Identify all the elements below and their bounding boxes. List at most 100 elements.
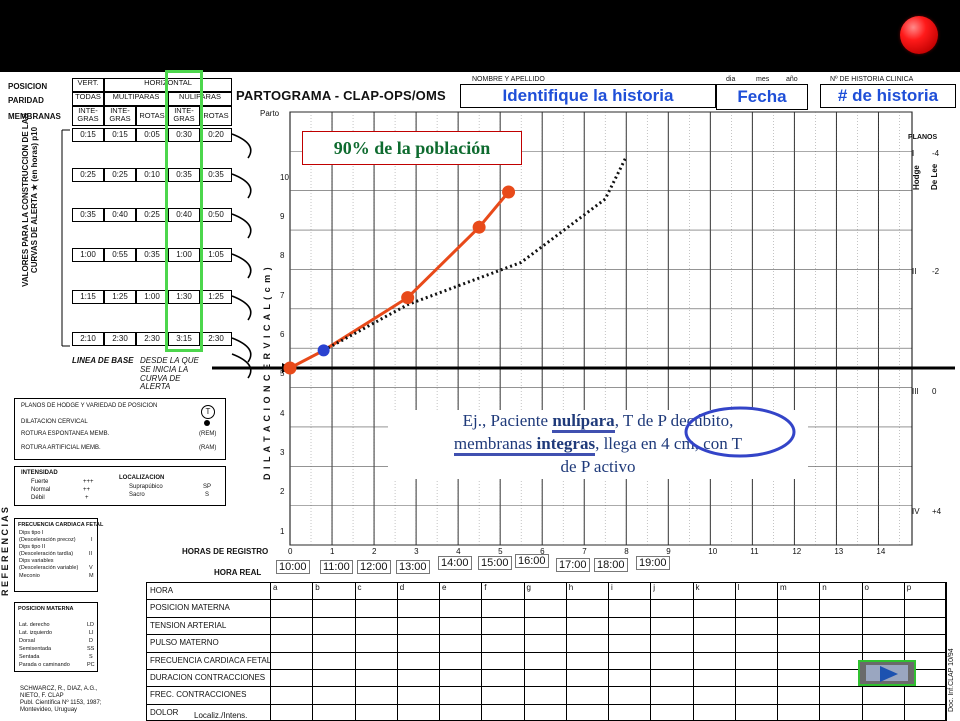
hora-real-label: HORA REAL <box>214 568 262 577</box>
legend-intensidad: INTENSIDAD <box>21 470 58 476</box>
horas-registro-label: HORAS DE REGISTRO <box>182 547 269 556</box>
legend-dipsvc: V <box>89 565 93 571</box>
y-tick-label: 1 <box>280 526 285 536</box>
legend-s2: S <box>89 654 93 660</box>
legend-parada: Parada o caminando <box>19 662 70 668</box>
legend-dips2: Dips tipo II <box>19 544 45 550</box>
legend-sentada: Sentada <box>19 654 40 660</box>
record-col-line <box>903 582 905 721</box>
record-row-label: PULSO MATERNO <box>150 638 219 648</box>
record-col-line <box>523 582 525 721</box>
legend-latder: Lat. derecho <box>19 622 50 628</box>
play-arrow-icon <box>880 666 898 682</box>
record-row-label: DOLOR <box>150 707 179 717</box>
legend-s: S <box>205 492 210 498</box>
record-row-line <box>146 686 946 688</box>
note-text-1: Ej., Paciente <box>462 411 553 430</box>
legend-posmat: POSICION MATERNA <box>18 606 74 612</box>
record-col-line <box>861 582 863 721</box>
record-col-letter: i <box>611 583 613 592</box>
plane-roman-label: IV <box>912 507 920 516</box>
real-time-label: 13:00 <box>396 560 430 574</box>
legend-ram: (RAM) <box>199 445 217 451</box>
record-col-letter: a <box>273 583 278 592</box>
y-tick-label: 6 <box>280 329 285 339</box>
plane-roman-label: III <box>912 387 919 396</box>
curved-arrows <box>61 129 252 379</box>
y-tick-label: 2 <box>280 487 285 497</box>
legend-rotura-art: ROTURA ARTIFICIAL MEMB. <box>21 445 101 451</box>
chart-marks <box>283 156 628 375</box>
legend-dips2c: II <box>89 551 93 557</box>
record-col-letter: k <box>695 583 700 592</box>
record-col-line <box>946 582 947 721</box>
real-time-label: 17:00 <box>556 558 590 572</box>
doc-label: Doc. Inf.CLAP 10/94 <box>948 648 955 712</box>
hour-tick-label: 13 <box>834 547 844 556</box>
next-slide-button[interactable] <box>858 660 916 686</box>
record-col-line <box>270 582 271 721</box>
ref-line-4: Montevideo, Uruguay <box>20 707 78 713</box>
legend-debil: Débil <box>31 495 45 501</box>
record-col-line <box>481 582 483 721</box>
record-col-line <box>777 582 778 721</box>
legend-dipsvb: (Desceleración variable) <box>19 565 79 571</box>
record-row-line <box>146 616 946 618</box>
hodge-label: Hodge <box>912 165 921 190</box>
real-time-label: 11:00 <box>320 560 353 574</box>
record-col-letter: o <box>864 583 869 592</box>
record-col-letter: d <box>399 583 405 592</box>
record-col-line <box>439 582 440 721</box>
record-col-line <box>734 582 736 721</box>
record-col-letter: n <box>822 583 827 592</box>
dilation-point <box>283 361 297 375</box>
y-tick-label: 5 <box>280 369 285 379</box>
record-row-label: FREC. CONTRACCIONES <box>150 690 247 700</box>
legend-rem: (REM) <box>199 431 217 437</box>
dilation-point <box>472 220 486 234</box>
legend-debil-sym: + <box>85 495 89 501</box>
hodge-symbol-icon: T <box>201 405 215 419</box>
real-time-label: 18:00 <box>594 558 628 572</box>
legend-planos: PLANOS DE HODGE Y VARIEDAD DE POSICION <box>21 403 158 409</box>
legend-box-fcf: FRECUENCIA CARDIACA FETAL Dips tipo I (D… <box>14 518 103 592</box>
legend-meconio: Meconio <box>19 573 40 579</box>
legend-sacro: Sacro <box>129 492 145 498</box>
legend-fcf: FRECUENCIA CARDIACA FETAL <box>18 522 104 528</box>
legend-pc: PC <box>87 662 95 668</box>
legend-d: D <box>89 638 93 644</box>
legend-meconioc: M <box>89 573 94 579</box>
legend-li: LI <box>89 630 94 636</box>
record-col-letter: p <box>906 583 912 592</box>
hour-tick-label: 12 <box>792 547 802 556</box>
y-tick-label: 4 <box>280 408 285 418</box>
real-time-label: 19:00 <box>636 556 670 570</box>
decubito-circle <box>684 406 796 458</box>
record-col-line <box>354 582 356 721</box>
record-col-line <box>819 582 821 721</box>
record-col-line <box>396 582 398 721</box>
legend-dips1b: (Desceleración precoz) <box>19 537 76 543</box>
dilation-line <box>289 191 510 370</box>
hour-tick-label: 2 <box>372 547 377 556</box>
plane-delee-label: -2 <box>932 267 940 276</box>
record-row-line <box>146 703 946 705</box>
plane-roman-label: II <box>912 267 917 276</box>
hour-tick-label: 8 <box>624 547 629 556</box>
planos-label: PLANOS <box>908 134 938 141</box>
dilation-point <box>317 344 330 357</box>
record-col-letter: f <box>484 583 487 592</box>
record-row-line <box>146 599 946 601</box>
legend-semi: Semisentada <box>19 646 52 652</box>
record-col-letter: h <box>568 583 574 592</box>
record-col-line <box>692 582 694 721</box>
hour-tick-label: 1 <box>330 547 335 556</box>
legend-rotura-esp: ROTURA ESPONTANEA MEMB. <box>21 431 110 437</box>
legend-ld: LD <box>87 622 95 628</box>
y-tick-label: 7 <box>280 290 285 300</box>
hour-tick-label: 10 <box>708 547 718 556</box>
record-col-letter: b <box>315 583 320 592</box>
population-callout: 90% de la población <box>302 131 522 165</box>
dilation-point <box>502 185 516 199</box>
record-col-letter: e <box>442 583 447 592</box>
